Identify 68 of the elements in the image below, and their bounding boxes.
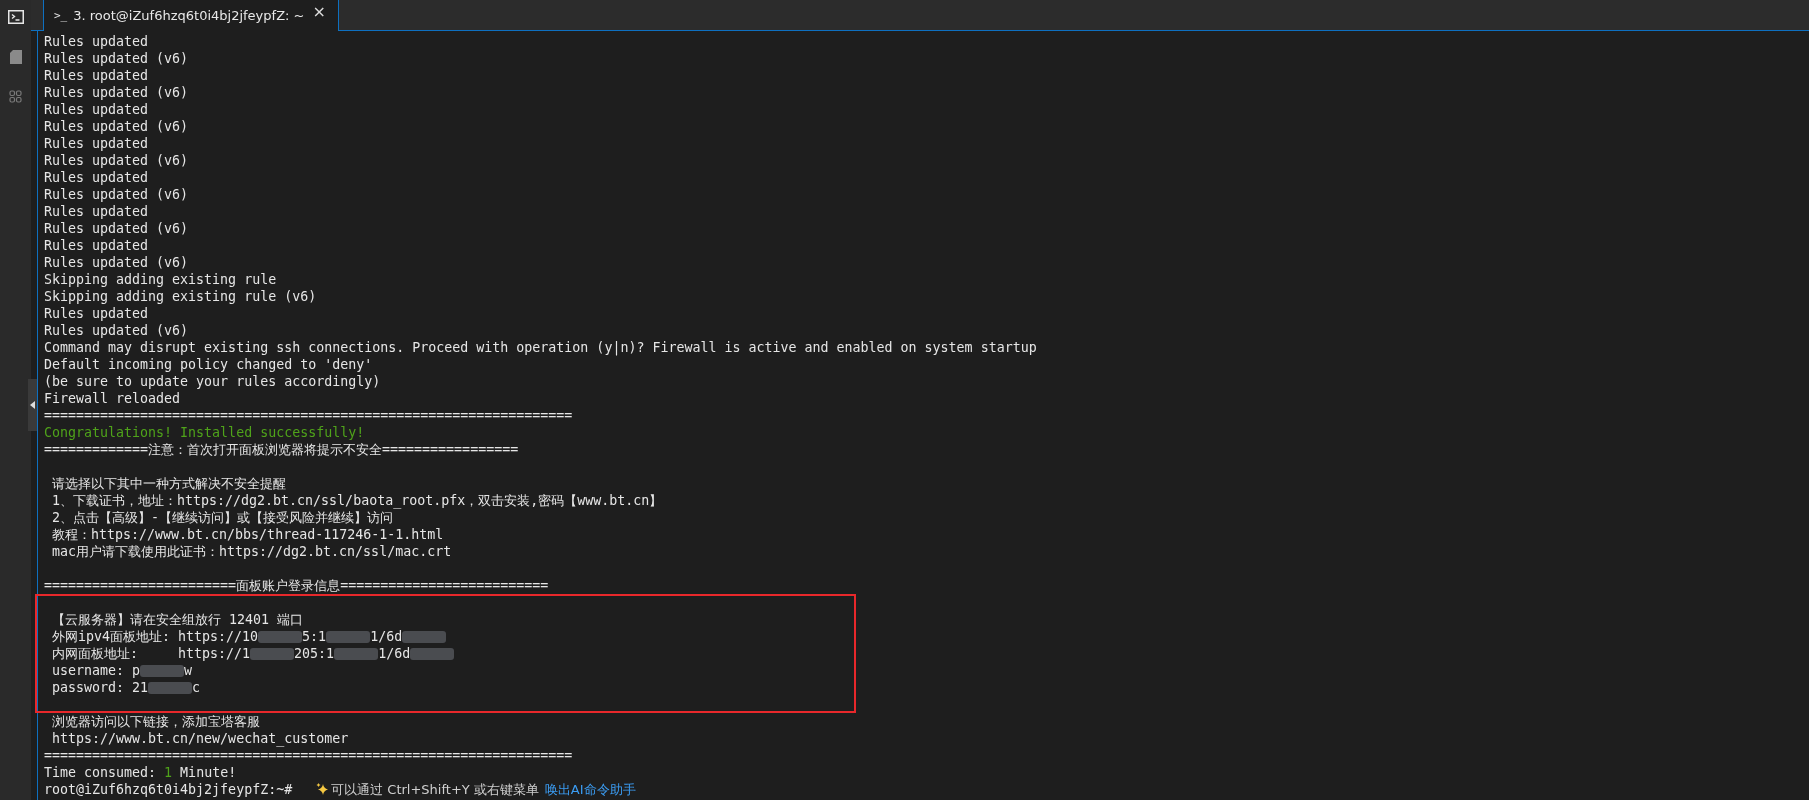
close-button[interactable]: ×: [310, 2, 328, 21]
terminal-line: Rules updated (v6): [44, 152, 190, 169]
terminal-line: Rules updated: [44, 237, 150, 254]
terminal-text: c: [192, 679, 201, 696]
terminal-line: Rules updated (v6): [44, 322, 190, 339]
terminal-text: password: 21: [51, 679, 149, 696]
terminal-line: Rules updated: [44, 101, 150, 118]
terminal-text: 1/6d: [370, 628, 403, 645]
terminal-line: Rules updated (v6): [44, 50, 190, 67]
terminal-line: Rules updated: [44, 135, 150, 152]
hint-text: 可以通过 Ctrl+Shift+Y 或右键菜单: [331, 781, 539, 798]
terminal-line: Rules updated (v6): [44, 186, 190, 203]
terminal-glyph: >_: [54, 9, 68, 22]
success-message: Congratulations! Installed successfully!: [44, 424, 366, 441]
terminal-line: Skipping adding existing rule: [44, 271, 278, 288]
redaction-block: [250, 647, 295, 660]
terminal-text: 内网面板地址: https://1: [51, 645, 251, 662]
terminal-tab[interactable]: >_ 3. root@iZuf6hzq6t0i4bj2jfeypfZ: ~ ×: [43, 0, 339, 31]
terminal-line: 教程：https://www.bt.cn/bbs/thread-117246-1-1.html: [51, 526, 445, 543]
highlighted-number: 1: [164, 764, 173, 781]
tab-title: 3. root@iZuf6hzq6t0i4bj2jfeypfZ: ~: [73, 8, 305, 23]
terminal-line: Rules updated: [44, 305, 150, 322]
terminal-text: Time consumed:: [44, 764, 158, 781]
shell-prompt: root@iZuf6hzq6t0i4bj2jfeypfZ:~#: [44, 781, 293, 798]
redaction-block: [258, 630, 303, 643]
terminal-line: Rules updated (v6): [44, 84, 190, 101]
terminal-line: 【云服务器】请在安全组放行 12401 端口: [51, 611, 305, 628]
redaction-block: [140, 664, 185, 677]
terminal-line: Rules updated: [44, 33, 150, 50]
terminal-line: 请选择以下其中一种方式解决不安全提醒: [51, 475, 287, 492]
terminal-line: 2、点击【高级】-【继续访问】或【接受风险并继续】访问: [51, 509, 395, 526]
terminal-text: 5:1: [302, 628, 327, 645]
terminal-line: https://www.bt.cn/new/wechat_customer: [51, 730, 350, 747]
terminal-line: ==================================================================: [44, 747, 574, 764]
terminal-line: Rules updated (v6): [44, 254, 190, 271]
terminal-icon[interactable]: [7, 10, 24, 24]
terminal-line: Rules updated (v6): [44, 220, 190, 237]
terminal-line: 1、下载证书，地址：https://dg2.bt.cn/ssl/baota_root.pfx，双击安装,密码【www.bt.cn】: [51, 492, 664, 509]
terminal-text: Minute!: [179, 764, 237, 781]
ai-assistant-link[interactable]: 唤出AI命令助手: [544, 781, 636, 798]
terminal-text: w: [184, 662, 193, 679]
redaction-block: [410, 647, 455, 660]
redaction-block: [148, 681, 193, 694]
grid-icon[interactable]: [9, 90, 22, 103]
terminal-line: Rules updated: [44, 203, 150, 220]
terminal-line: Rules updated: [44, 169, 150, 186]
terminal-line: ==================================================================: [44, 407, 574, 424]
redaction-block: [402, 630, 447, 643]
terminal-line: mac用户请下载使用此证书：https://dg2.bt.cn/ssl/mac.crt: [51, 543, 453, 560]
terminal-line: 浏览器访问以下链接，添加宝塔客服: [51, 713, 261, 730]
terminal-text: 外网ipv4面板地址: https://10: [51, 628, 259, 645]
terminal-line: Rules updated: [44, 67, 150, 84]
terminal-line: Skipping adding existing rule (v6): [44, 288, 318, 305]
file-icon[interactable]: [9, 50, 22, 64]
terminal-line: Default incoming policy changed to 'deny': [44, 356, 374, 373]
redaction-block: [326, 630, 371, 643]
terminal-line: Firewall reloaded: [44, 390, 182, 407]
terminal-line: Rules updated (v6): [44, 118, 190, 135]
terminal-line: (be sure to update your rules accordingly): [44, 373, 382, 390]
terminal-text: username: p: [51, 662, 141, 679]
terminal-line: =============注意：首次打开面板浏览器将提示不安全=================: [44, 441, 520, 458]
collapse-handle[interactable]: [28, 379, 37, 431]
terminal-line: Command may disrupt existing ssh connections. Proceed with operation (y|n)? Firewall is active and enabled on system startup: [44, 339, 1038, 356]
sparkle-icon: [316, 783, 330, 796]
terminal-text: 1/6d: [378, 645, 411, 662]
terminal-text: 205:1: [294, 645, 335, 662]
redaction-block: [334, 647, 379, 660]
terminal-line: ========================面板账户登录信息==========================: [44, 577, 550, 594]
